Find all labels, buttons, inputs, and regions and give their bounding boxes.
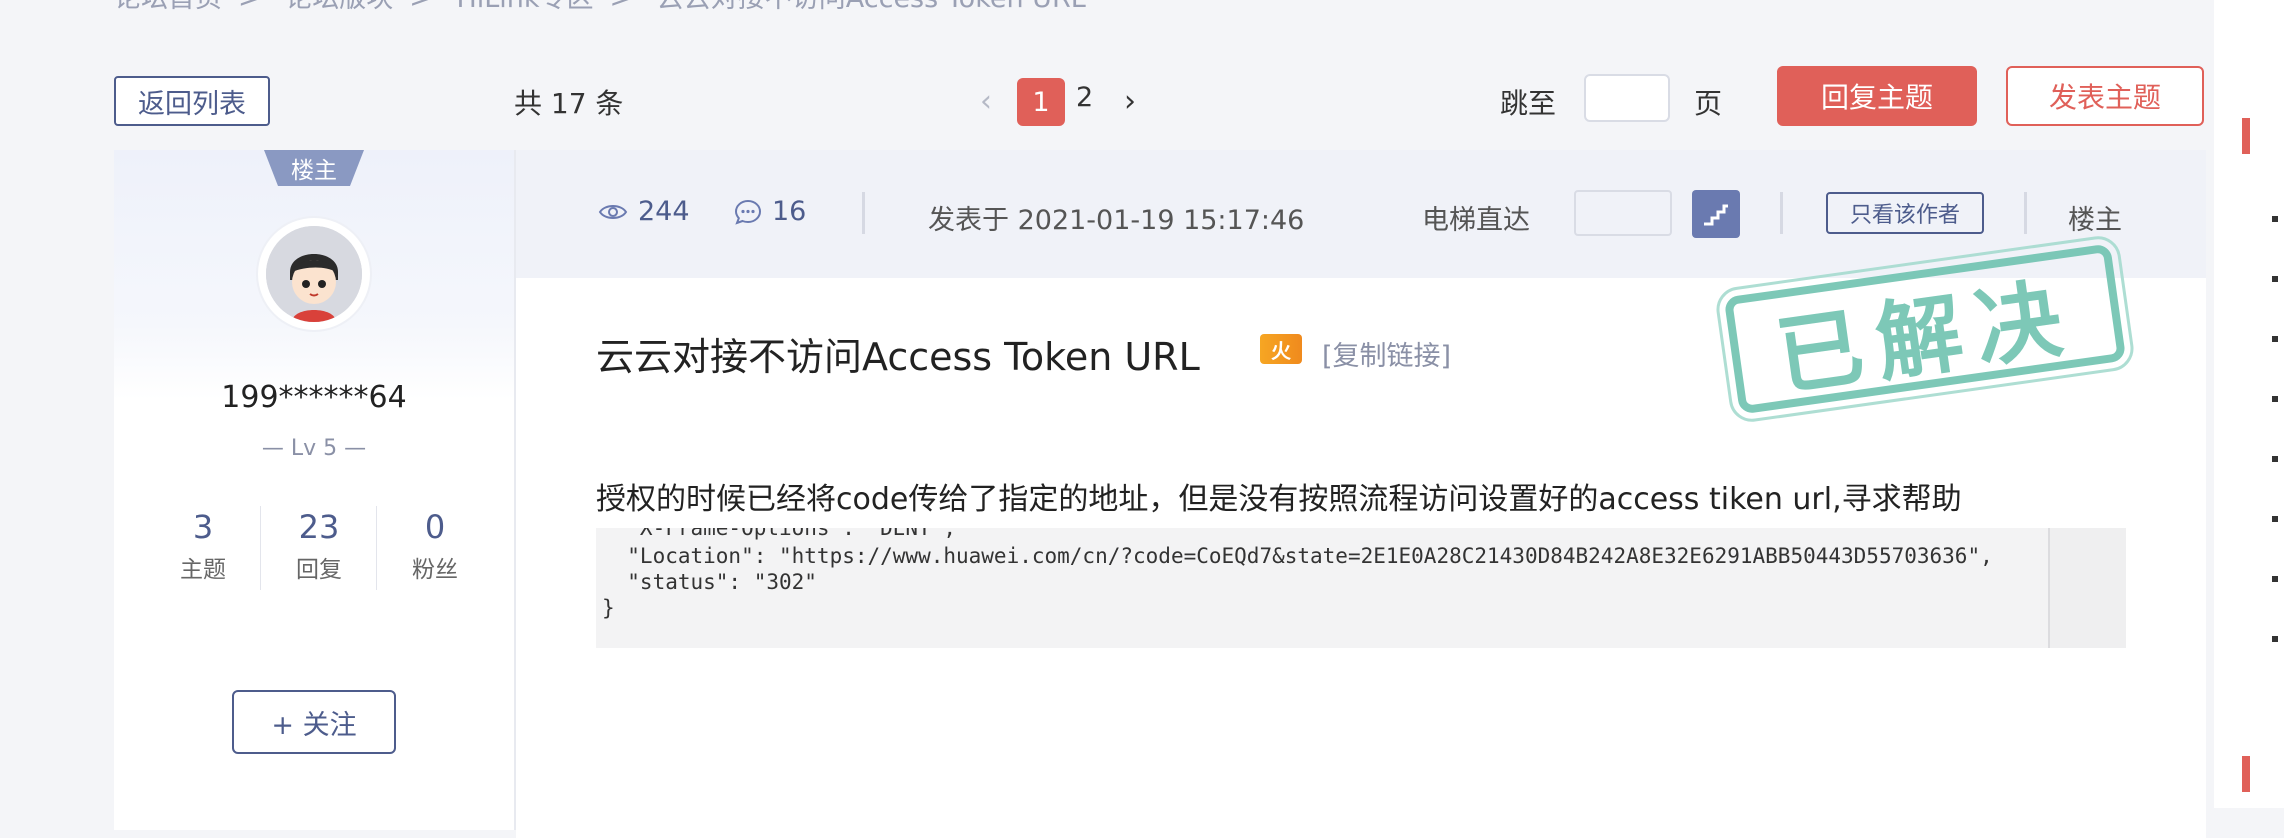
sidebar-list-bullet: [2272, 576, 2278, 582]
elevator-label: 电梯直达: [1422, 205, 1530, 236]
follow-button[interactable]: + 关注: [232, 690, 396, 754]
elevator-go-button[interactable]: [1692, 190, 1740, 238]
stat-fans-value: 0: [424, 508, 446, 546]
floor-label: 楼主: [2068, 205, 2122, 236]
author-name[interactable]: 199******64: [114, 380, 514, 415]
code-line: }: [602, 596, 615, 620]
stat-fans-label: 粉丝: [412, 557, 458, 583]
jump-to-label: 跳至: [1500, 87, 1557, 120]
code-line: "X-Frame-Options": "DENY",: [602, 528, 957, 540]
jump-page-input[interactable]: [1584, 74, 1670, 122]
stat-divider: [260, 506, 261, 590]
sidebar-list-bullet: [2272, 216, 2278, 222]
meta-divider: [2024, 192, 2027, 234]
breadcrumb-separator: >: [409, 0, 432, 14]
sidebar-section-marker: [2242, 756, 2250, 792]
stat-replies[interactable]: 23 回复: [262, 508, 376, 584]
sidebar-list-bullet: [2272, 516, 2278, 522]
new-topic-button[interactable]: 发表主题: [2006, 66, 2204, 126]
owner-badge: 楼主: [264, 150, 364, 186]
code-line: "Location": "https://www.huawei.com/cn/?…: [602, 544, 1993, 568]
meta-divider: [1780, 192, 1783, 234]
jump-page-suffix: 页: [1694, 87, 1723, 120]
page-2-button[interactable]: 2: [1076, 82, 1093, 113]
posted-time: 发表于 2021-01-19 15:17:46: [928, 205, 1305, 236]
total-count: 共 17 条: [514, 87, 624, 120]
meta-divider: [862, 192, 865, 234]
comments-value: 16: [772, 196, 807, 227]
code-block: "X-Frame-Options": "DENY", "Location": "…: [596, 528, 2126, 648]
hot-badge-icon: 火: [1260, 334, 1302, 364]
eye-icon: [598, 204, 628, 219]
avatar-image: [266, 226, 362, 322]
stairs-icon: [1704, 204, 1728, 226]
elevator-floor-input[interactable]: [1574, 190, 1672, 236]
breadcrumb-home[interactable]: 论坛首页: [114, 0, 222, 14]
breadcrumb-separator: >: [610, 0, 633, 14]
stat-topics-value: 3: [192, 508, 214, 546]
stat-fans[interactable]: 0 粉丝: [378, 508, 492, 584]
page-1-button[interactable]: 1: [1017, 78, 1065, 126]
back-to-list-button[interactable]: 返回列表: [114, 76, 270, 126]
stat-topics[interactable]: 3 主题: [146, 508, 260, 584]
next-page-icon[interactable]: ›: [1124, 84, 1136, 119]
breadcrumb-current: 云云对接不访问Access Token URL: [657, 0, 1086, 14]
only-author-button[interactable]: 只看该作者: [1826, 192, 1984, 234]
author-level: — Lv 5 —: [261, 436, 367, 461]
sidebar-section-marker: [2242, 118, 2250, 154]
stat-topics-label: 主题: [180, 557, 226, 583]
sidebar-list-bullet: [2272, 336, 2278, 342]
code-line: "status": "302": [602, 570, 817, 594]
breadcrumb-separator: >: [238, 0, 261, 14]
sidebar-list-bullet: [2272, 456, 2278, 462]
views-count: 244: [598, 196, 690, 227]
stat-replies-label: 回复: [296, 557, 342, 583]
code-scrollbar[interactable]: [2048, 528, 2126, 648]
comments-count: 16: [734, 196, 806, 227]
sidebar-list-bullet: [2272, 276, 2278, 282]
post-content-text: 授权的时候已经将code传给了指定的地址，但是没有按照流程访问设置好的acces…: [596, 482, 1962, 517]
stat-divider: [376, 506, 377, 590]
comment-icon: [734, 199, 762, 225]
stat-replies-value: 23: [298, 508, 340, 546]
sidebar-list-bullet: [2272, 636, 2278, 642]
copy-link-button[interactable]: [复制链接]: [1322, 334, 1451, 373]
breadcrumb: 论坛首页 > 论坛版块 > HiLink专区 > 云云对接不访问Access Toke…: [114, 0, 1102, 15]
post-title: 云云对接不访问Access Token URL: [596, 335, 1200, 379]
reply-topic-button[interactable]: 回复主题: [1777, 66, 1977, 126]
breadcrumb-section[interactable]: HiLink专区: [456, 0, 593, 14]
views-value: 244: [638, 196, 690, 227]
sidebar-list-bullet: [2272, 396, 2278, 402]
breadcrumb-forums[interactable]: 论坛版块: [285, 0, 393, 14]
avatar[interactable]: [266, 226, 362, 322]
prev-page-icon[interactable]: ‹: [980, 84, 992, 119]
